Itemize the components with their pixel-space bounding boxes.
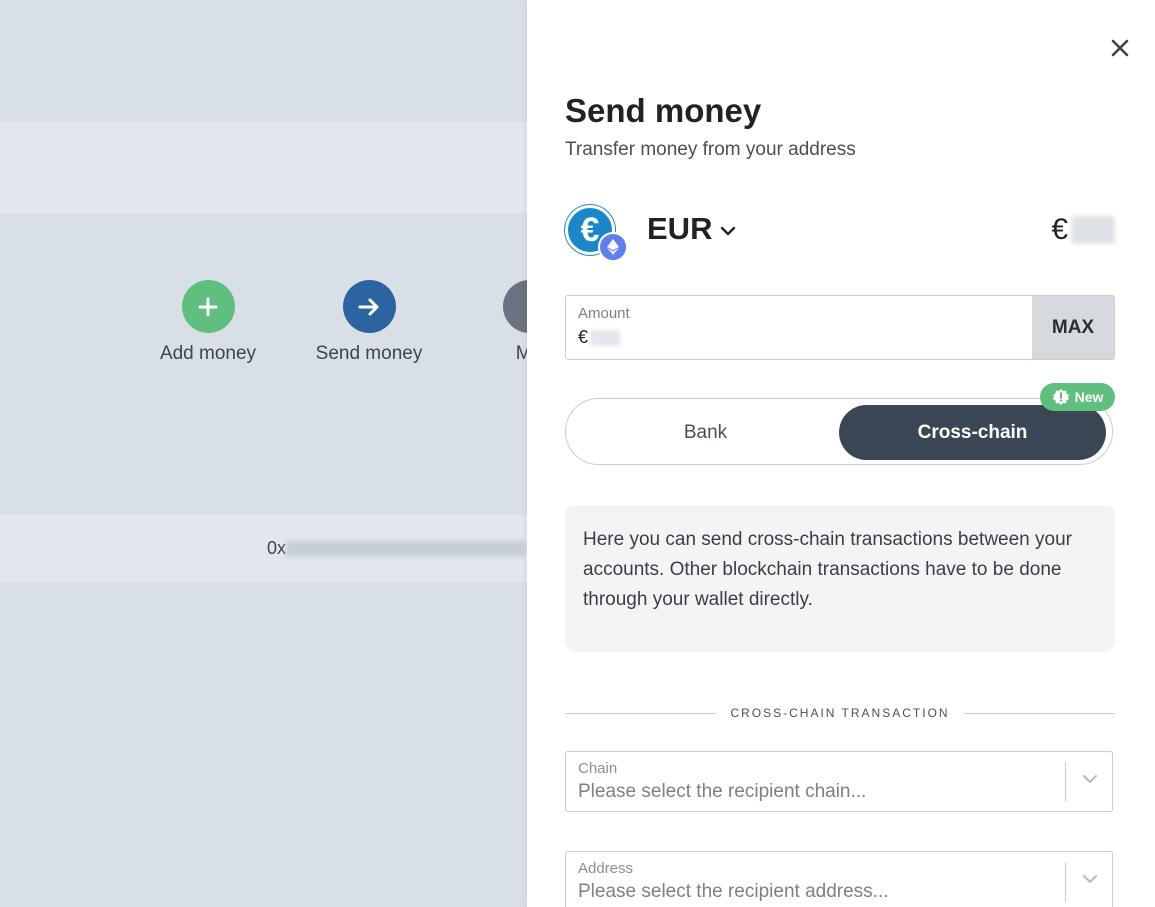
chain-placeholder: Please select the recipient chain... [578, 781, 867, 802]
address-prefix: 0x [267, 538, 287, 558]
close-icon[interactable] [1111, 39, 1129, 57]
new-badge: New [1040, 383, 1115, 411]
balance-symbol: € [1051, 213, 1068, 246]
tab-cross-chain[interactable]: Cross-chain [839, 405, 1106, 460]
section-divider: CROSS-CHAIN TRANSACTION [565, 704, 1116, 722]
currency-code: EUR [647, 211, 713, 246]
address-placeholder: Please select the recipient address... [578, 881, 889, 902]
tab-bank[interactable]: Bank [572, 405, 839, 460]
amount-input[interactable]: € [578, 327, 621, 348]
amount-field[interactable]: Amount € MAX [565, 295, 1115, 360]
badge-seal-icon [1052, 389, 1069, 405]
chevron-down-icon [721, 226, 736, 236]
plus-icon[interactable] [181, 280, 235, 333]
add-money-action[interactable]: Add money [143, 280, 273, 365]
max-button[interactable]: MAX [1032, 296, 1114, 359]
amount-redacted [590, 329, 621, 346]
currency-row: € EUR € [565, 205, 1115, 262]
cross-chain-info: Here you can send cross-chain transactio… [565, 505, 1115, 652]
ethereum-icon [598, 232, 628, 262]
divider-line-left [565, 712, 717, 714]
chevron-down-icon[interactable] [1082, 774, 1098, 784]
panel-title: Send money [565, 92, 762, 129]
currency-dropdown[interactable]: EUR [647, 211, 736, 247]
panel-subtitle: Transfer money from your address [565, 139, 856, 160]
amount-symbol: € [578, 327, 589, 347]
address-redacted [286, 540, 527, 557]
close-button[interactable] [1109, 37, 1131, 59]
arrow-right-icon[interactable] [342, 280, 396, 333]
new-badge-label: New [1074, 389, 1104, 405]
chain-select[interactable]: Chain Please select the recipient chain.… [565, 751, 1113, 812]
chain-select-separator [1065, 762, 1066, 802]
chain-label: Chain [578, 760, 618, 777]
divider-line-right [963, 712, 1116, 714]
add-money-label: Add money [159, 343, 257, 364]
wallet-address[interactable]: 0x [267, 538, 527, 559]
amount-label: Amount [578, 305, 630, 322]
address-label: Address [578, 860, 634, 877]
address-select[interactable]: Address Please select the recipient addr… [565, 851, 1113, 907]
address-select-separator [1065, 862, 1066, 902]
balance-redacted [1071, 216, 1115, 244]
section-title: CROSS-CHAIN TRANSACTION [730, 706, 950, 720]
background-header-band [0, 122, 527, 213]
send-money-label: Send money [315, 343, 423, 364]
currency-balance: € [1051, 213, 1115, 247]
currency-coin: € [565, 205, 628, 262]
transfer-type-toggle: Bank Cross-chain [565, 398, 1113, 465]
send-money-action[interactable]: Send money [304, 280, 434, 365]
chevron-down-icon[interactable] [1082, 874, 1098, 884]
send-money-panel: Send money Transfer money from your addr… [527, 0, 1155, 907]
